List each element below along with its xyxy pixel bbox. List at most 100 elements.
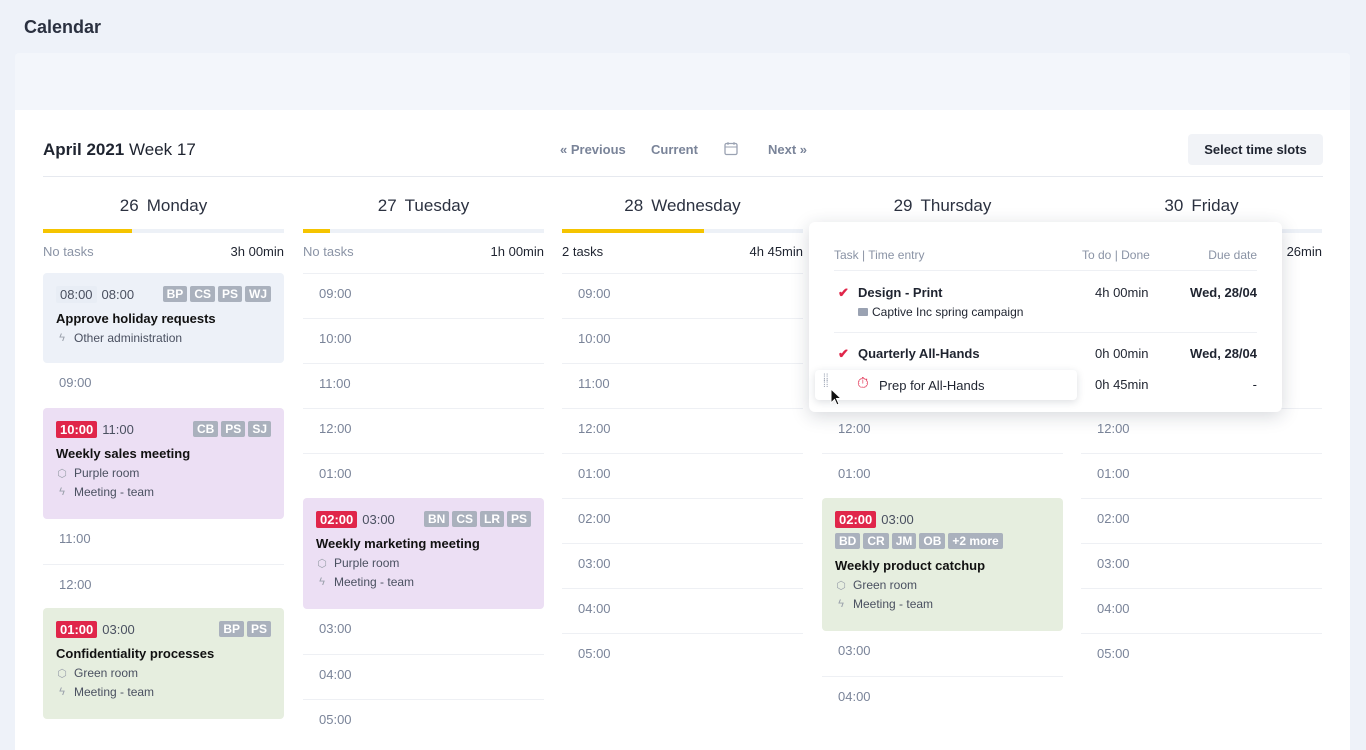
time-slot[interactable]: 03:00: [562, 543, 803, 588]
bolt-icon: ϟ: [319, 576, 325, 588]
drag-handle-icon[interactable]: ⁞⁞ ⁞⁞: [823, 374, 829, 390]
time-slot[interactable]: 03:00: [1081, 543, 1322, 588]
bolt-icon: ϟ: [59, 486, 65, 498]
time-slot[interactable]: 02:00: [1081, 498, 1322, 543]
task-title[interactable]: Design - Print: [858, 285, 943, 300]
month-label: April 2021: [43, 140, 125, 159]
time-slot[interactable]: 01:00: [822, 453, 1063, 498]
day-total: 3h 00min: [230, 244, 284, 259]
event-title: Weekly marketing meeting: [316, 536, 480, 551]
time-slot[interactable]: 10:00: [562, 318, 803, 363]
room-icon: ⬡: [836, 579, 846, 592]
task-project: Captive Inc spring campaign: [858, 305, 1023, 319]
current-button[interactable]: Current: [651, 142, 698, 157]
time-entry-title: Prep for All-Hands: [879, 378, 985, 393]
time-slot[interactable]: 11:00: [562, 363, 803, 408]
time-slot[interactable]: 12:00: [303, 408, 544, 453]
time-slot[interactable]: 12:00: [562, 408, 803, 453]
day-column-wednesday: 28 Wednesday 2 tasks 4h 45min 09:00 10:00 …: [562, 196, 803, 678]
time-slot[interactable]: 04:00: [822, 676, 1063, 721]
time-slot[interactable]: 09:00: [562, 273, 803, 318]
task-count: 2 tasks: [562, 244, 604, 259]
task-title[interactable]: Quarterly All-Hands: [858, 346, 980, 361]
app-title: Calendar: [24, 17, 102, 37]
day-header: 28 Wednesday: [624, 196, 741, 215]
col-todo-header: To do | Done: [1082, 248, 1150, 262]
time-slot[interactable]: 04:00: [1081, 588, 1322, 633]
day-column-monday: 26 Monday No tasks 3h 00min 08:00 08:00 BP CS…: [43, 196, 284, 719]
day-total: 4h 45min: [749, 244, 803, 259]
progress-fill: [562, 229, 705, 233]
day-column-tuesday: 27 Tuesday No tasks 1h 00min 09:00 10:00 1…: [303, 196, 544, 744]
divider: [43, 176, 1323, 177]
day-progress-bar: [562, 229, 803, 233]
select-time-slots-button[interactable]: Select time slots: [1188, 134, 1323, 165]
progress-fill: [43, 229, 133, 233]
week-label: Week 17: [129, 140, 196, 159]
time-slot[interactable]: 02:00: [562, 498, 803, 543]
time-slot[interactable]: 05:00: [303, 699, 544, 744]
tasks-popup: Task | Time entry To do | Done Due date …: [809, 222, 1282, 412]
event-card[interactable]: 02:00 03:00 BN CS LR PS Weekly marketing meet…: [303, 498, 544, 609]
day-header: 26 Monday: [119, 196, 208, 215]
time-slot[interactable]: 09:00: [43, 363, 284, 408]
progress-fill: [303, 229, 330, 233]
day-progress-bar: [303, 229, 544, 233]
time-slot[interactable]: 12:00: [822, 408, 1063, 453]
task-count: No tasks: [43, 244, 94, 259]
bolt-icon: ϟ: [838, 598, 844, 610]
time-slot[interactable]: 01:00: [562, 453, 803, 498]
time-slot[interactable]: 12:00: [1081, 408, 1322, 453]
time-entry-draggable[interactable]: ⁞⁞ ⁞⁞ ⏱ Prep for All-Hands: [815, 370, 1077, 400]
task-due: Wed, 28/04: [1190, 346, 1257, 361]
event-title: Confidentiality processes: [56, 646, 215, 661]
bolt-icon: ϟ: [59, 686, 65, 698]
day-total: 1h 00min: [490, 244, 544, 259]
time-slot[interactable]: 03:00: [303, 609, 544, 654]
previous-button[interactable]: « Previous: [560, 142, 626, 157]
time-slot[interactable]: 03:00: [822, 631, 1063, 676]
toolbar-band: [15, 53, 1350, 111]
calendar-icon[interactable]: [724, 141, 738, 159]
room-icon: ⬡: [317, 557, 327, 570]
task-count: No tasks: [303, 244, 354, 259]
task-todo: 0h 45min: [1095, 377, 1149, 392]
week-title: April 2021 Week 17: [43, 140, 196, 160]
day-header: 29 Thursday: [893, 196, 992, 215]
time-slot[interactable]: 05:00: [1081, 633, 1322, 678]
task-due: -: [1252, 377, 1257, 392]
cursor-icon: [830, 388, 843, 406]
room-icon: ⬡: [57, 467, 67, 480]
event-title: Approve holiday requests: [56, 311, 216, 326]
room-icon: ⬡: [57, 667, 67, 680]
time-slot[interactable]: 11:00: [303, 363, 544, 408]
check-icon: ✔: [838, 346, 849, 361]
task-todo: 4h 00min: [1095, 285, 1149, 300]
bolt-icon: ϟ: [59, 332, 65, 344]
task-due: Wed, 28/04: [1190, 285, 1257, 300]
day-header: 30 Friday: [1164, 196, 1239, 215]
day-header: 27 Tuesday: [377, 196, 470, 215]
time-slot[interactable]: 05:00: [562, 633, 803, 678]
next-button[interactable]: Next »: [768, 142, 807, 157]
task-todo: 0h 00min: [1095, 346, 1149, 361]
event-title: Weekly product catchup: [835, 558, 986, 573]
time-slot[interactable]: 09:00: [303, 273, 544, 318]
check-icon: ✔: [838, 285, 849, 300]
col-due-header: Due date: [1208, 248, 1257, 262]
time-slot[interactable]: 01:00: [303, 453, 544, 498]
col-task-header: Task | Time entry: [834, 248, 925, 262]
event-card[interactable]: 01:00 03:00 BP PS Confidentiality processes…: [43, 608, 284, 719]
day-total: 26min: [1286, 244, 1322, 259]
time-slot[interactable]: 04:00: [303, 654, 544, 699]
time-slot[interactable]: 01:00: [1081, 453, 1322, 498]
event-card[interactable]: 08:00 08:00 BP CS PS WJ Approve holiday reque…: [43, 273, 284, 363]
briefcase-icon: [858, 308, 868, 316]
event-title: Weekly sales meeting: [56, 446, 191, 461]
event-card[interactable]: 10:00 11:00 CB PS SJ Weekly sales meeting ⬡ P…: [43, 408, 284, 519]
time-slot[interactable]: 10:00: [303, 318, 544, 363]
time-slot[interactable]: 04:00: [562, 588, 803, 633]
time-slot[interactable]: 12:00: [43, 564, 284, 609]
event-card[interactable]: 02:00 03:00 BD CR JM OB +2 more Weekly produc…: [822, 498, 1063, 631]
time-slot[interactable]: 11:00: [43, 519, 284, 564]
